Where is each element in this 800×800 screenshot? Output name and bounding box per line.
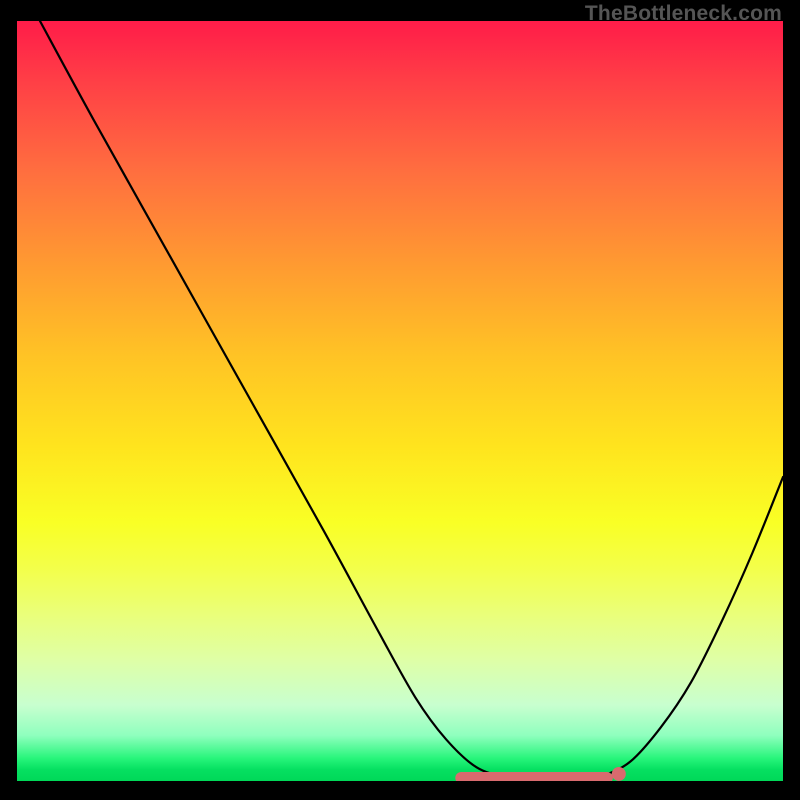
bottleneck-curve bbox=[40, 21, 783, 780]
plot-area bbox=[17, 21, 783, 781]
chart-svg bbox=[17, 21, 783, 781]
flat-zone-end-dot bbox=[612, 767, 626, 781]
attribution-text: TheBottleneck.com bbox=[585, 2, 782, 26]
chart-frame: TheBottleneck.com bbox=[0, 0, 800, 800]
